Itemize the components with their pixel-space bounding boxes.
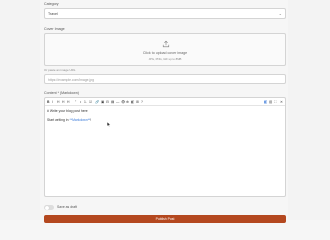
cover-image-label: Cover Image xyxy=(44,27,65,31)
editor-line-2-code: **Markdown** xyxy=(69,118,91,122)
quote-button[interactable]: " xyxy=(75,100,76,104)
upload-hint: JPG, PNG, GIF up to 8MB xyxy=(148,56,182,61)
publish-label: Publish Post xyxy=(155,216,175,221)
chevron-down-icon: ⌄ xyxy=(278,11,282,17)
category-select[interactable]: Travel ⌄ xyxy=(44,8,286,19)
unordered-list-button[interactable]: • xyxy=(80,100,81,104)
editor-line-2-prefix: Start writing in xyxy=(47,118,70,122)
image-button[interactable]: ▣ xyxy=(101,100,104,104)
upload-icon xyxy=(162,40,170,48)
heading-2-button[interactable]: H xyxy=(62,100,64,104)
grid-button[interactable]: ⊞ xyxy=(136,100,139,104)
insert-button[interactable]: ⊕ xyxy=(126,100,129,104)
side-by-side-button[interactable]: ◧ xyxy=(131,100,134,104)
close-icon[interactable]: ✕ xyxy=(280,100,283,104)
split-mode-button[interactable]: ▥ xyxy=(269,100,272,104)
italic-button[interactable]: I xyxy=(52,100,53,104)
markdown-editor[interactable]: B I H H H " • 1. ☑ 🔗 ▣ ⊟ ▤ — 👁 ⊕ ◧ ⊞ ? ◧… xyxy=(44,97,286,197)
publish-button[interactable]: Publish Post xyxy=(44,215,286,223)
editor-line-2: Start writing in **Markdown**! xyxy=(47,118,91,122)
checklist-button[interactable]: ☑ xyxy=(89,100,92,104)
image-url-input[interactable]: https://example.com/image.jpg xyxy=(44,74,286,84)
right-gutter xyxy=(288,0,330,220)
upload-text: Click to upload cover image xyxy=(142,50,188,55)
left-gutter xyxy=(0,0,40,220)
help-button[interactable]: ? xyxy=(141,100,143,104)
editor-toolbar: B I H H H " • 1. ☑ 🔗 ▣ ⊟ ▤ — 👁 ⊕ ◧ ⊞ ? ◧… xyxy=(45,98,285,106)
toggle-knob xyxy=(44,205,49,210)
horizontal-rule-button[interactable]: — xyxy=(116,100,119,104)
category-label: Category xyxy=(44,2,59,6)
mouse-cursor-icon xyxy=(107,122,111,127)
editor-line-1: # Write your blog post here xyxy=(47,109,88,113)
editor-line-2-suffix: ! xyxy=(90,118,92,122)
post-form: Category Travel ⌄ Cover Image Click to u… xyxy=(44,0,286,223)
link-icon[interactable]: 🔗 xyxy=(95,100,99,104)
image-url-placeholder: https://example.com/image.jpg xyxy=(48,78,94,82)
table-button[interactable]: ⊟ xyxy=(106,100,109,104)
draft-toggle[interactable] xyxy=(44,205,54,210)
code-button[interactable]: ▤ xyxy=(111,100,114,104)
heading-button[interactable]: H xyxy=(57,100,59,104)
cover-image-dropzone[interactable]: Click to upload cover image JPG, PNG, GI… xyxy=(44,33,286,66)
ordered-list-button[interactable]: 1. xyxy=(84,100,87,104)
bold-button[interactable]: B xyxy=(47,100,49,104)
heading-3-button[interactable]: H xyxy=(67,100,69,104)
draft-label: Save as draft xyxy=(57,205,77,210)
paste-url-hint: Or paste an image URL xyxy=(44,68,76,72)
edit-mode-button[interactable]: ◧ xyxy=(264,99,268,104)
category-value: Travel xyxy=(48,12,58,17)
fullscreen-icon[interactable]: ⛶ xyxy=(274,100,276,104)
content-label: Content * (Markdown) xyxy=(44,91,79,95)
preview-icon[interactable]: 👁 xyxy=(121,100,125,104)
